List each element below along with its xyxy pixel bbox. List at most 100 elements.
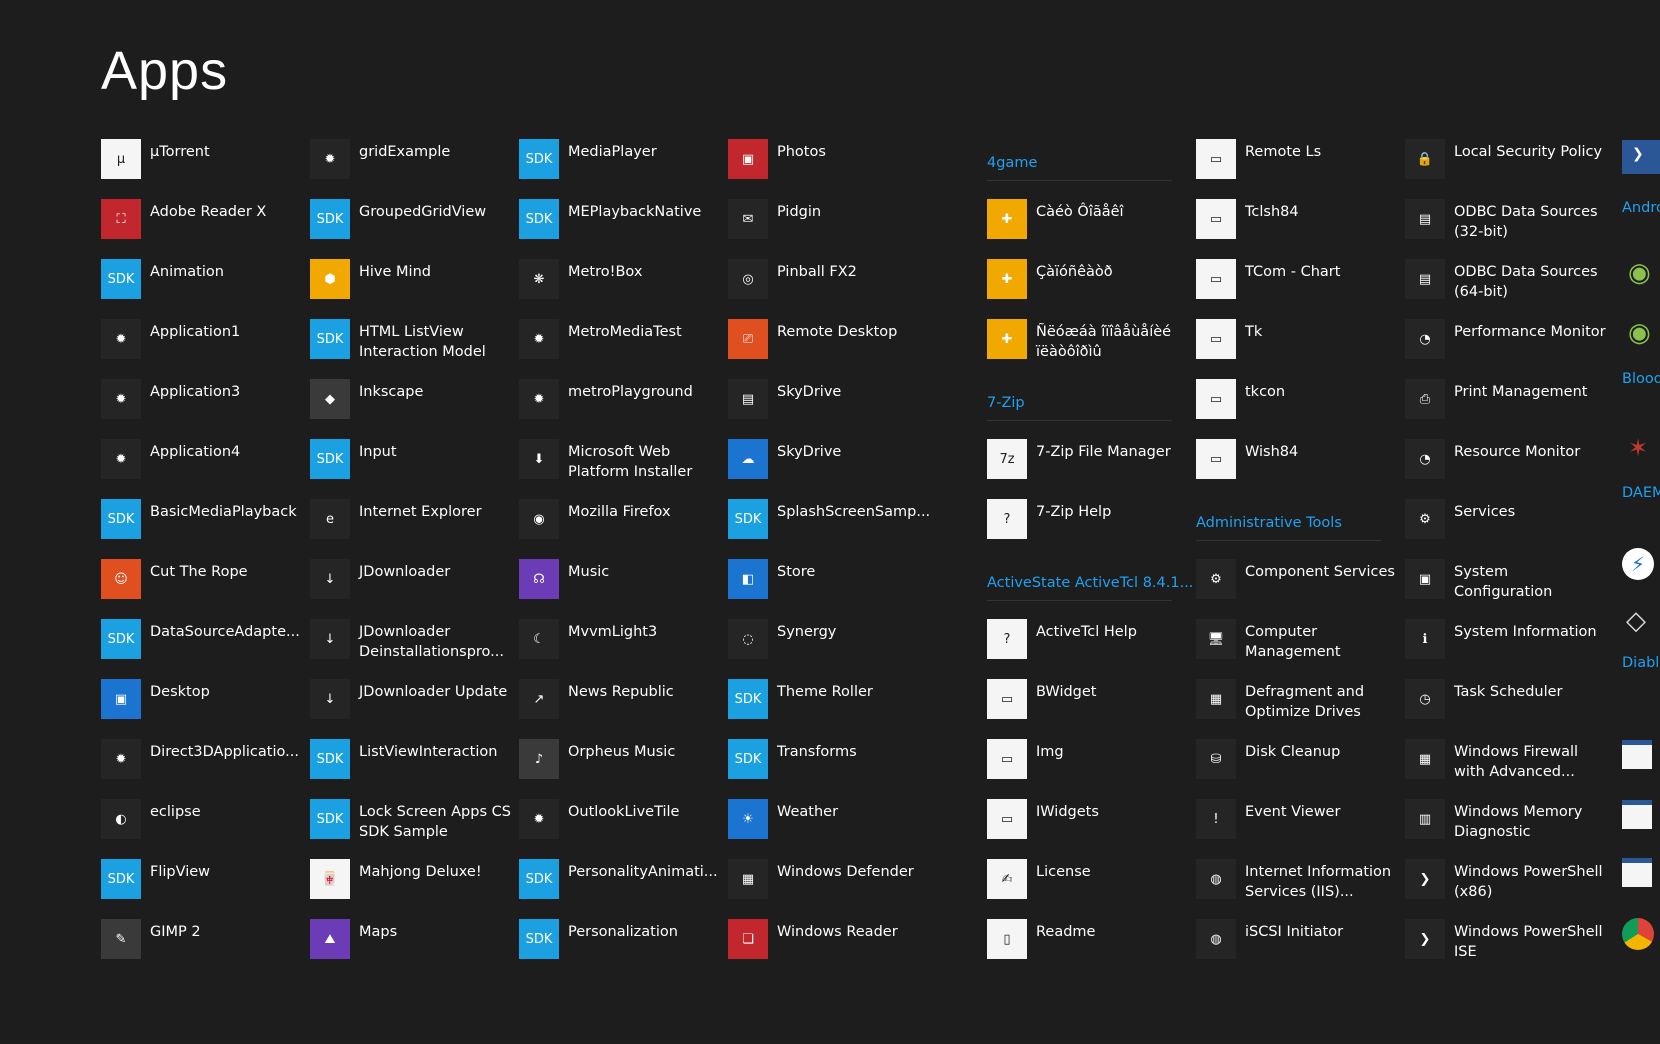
app-tile[interactable]: ☊ Music	[519, 556, 714, 616]
app-tile[interactable]: ▦ Defragment and Optimize Drives	[1196, 676, 1391, 736]
app-tile[interactable]: SDK ListViewInteraction	[310, 736, 505, 796]
edge-tile-chrome[interactable]	[1622, 918, 1660, 958]
app-tile[interactable]: SDK PersonalityAnimati...	[519, 856, 718, 916]
app-tile[interactable]: ▣ Desktop	[101, 676, 296, 736]
app-tile[interactable]: SDK FlipView	[101, 856, 296, 916]
app-tile[interactable]: SDK Animation	[101, 256, 296, 316]
app-tile[interactable]: ◌ Synergy	[728, 616, 923, 676]
app-tile[interactable]: ☺ Cut The Rope	[101, 556, 296, 616]
app-tile[interactable]: ▭ IWidgets	[987, 796, 1182, 856]
app-tile[interactable]: SDK DataSourceAdapte...	[101, 616, 300, 676]
app-tile[interactable]: SDK Transforms	[728, 736, 923, 796]
app-tile[interactable]: 🀄 Mahjong Deluxe!	[310, 856, 505, 916]
app-tile[interactable]: ▦ Windows Firewall with Advanced...	[1405, 736, 1600, 796]
app-tile[interactable]: SDK SplashScreenSamp...	[728, 496, 930, 556]
app-tile[interactable]: ✹ metroPlayground	[519, 376, 714, 436]
app-tile[interactable]: ◔ Resource Monitor	[1405, 436, 1600, 496]
edge-tile-app-1[interactable]	[1622, 740, 1660, 780]
app-tile[interactable]: SDK MEPlaybackNative	[519, 196, 714, 256]
app-tile[interactable]: ◧ Store	[728, 556, 923, 616]
app-tile[interactable]: ▣ System Configuration	[1405, 556, 1600, 616]
app-tile[interactable]: ✹ Application4	[101, 436, 296, 496]
app-tile[interactable]: ♪ Orpheus Music	[519, 736, 714, 796]
app-tile[interactable]: ▯ Readme	[987, 916, 1182, 976]
app-tile[interactable]: ✚ Ñëóæáà îïîâåùåíèé ïëàòôîðìû	[987, 316, 1182, 376]
app-tile[interactable]: ◐ eclipse	[101, 796, 296, 856]
app-tile[interactable]: ⬢ Hive Mind	[310, 256, 505, 316]
app-tile[interactable]: ⎙ Print Management	[1405, 376, 1600, 436]
app-tile[interactable]: ✉ Pidgin	[728, 196, 923, 256]
app-tile[interactable]: ℹ System Information	[1405, 616, 1600, 676]
app-tile[interactable]: ◔ Performance Monitor	[1405, 316, 1606, 376]
app-tile[interactable]: ⛰ Maps	[310, 916, 505, 976]
app-tile[interactable]: ⚙ Component Services	[1196, 556, 1395, 616]
app-tile[interactable]: ✚ Çàïóñêàòð	[987, 256, 1182, 316]
app-tile[interactable]: ◎ Pinball FX2	[728, 256, 923, 316]
edge-tile-app-2[interactable]	[1622, 800, 1660, 840]
app-tile[interactable]: ▭ TCom - Chart	[1196, 256, 1391, 316]
edge-tile-android-1[interactable]: ◉	[1622, 258, 1660, 298]
app-tile[interactable]: ✹ MetroMediaTest	[519, 316, 714, 376]
edge-tile-app-3[interactable]	[1622, 858, 1660, 898]
app-tile[interactable]: ☁ SkyDrive	[728, 436, 923, 496]
app-tile[interactable]: ▭ Remote Ls	[1196, 136, 1391, 196]
app-tile[interactable]: ◉ Mozilla Firefox	[519, 496, 714, 556]
group-header[interactable]: 7-Zip	[987, 376, 1182, 436]
app-tile[interactable]: ◍ iSCSI Initiator	[1196, 916, 1391, 976]
app-tile[interactable]: ✚ Càéò Ôîãåêî	[987, 196, 1182, 256]
edge-tile-android-2[interactable]: ◉	[1622, 318, 1660, 358]
app-tile[interactable]: ▤ ODBC Data Sources (32-bit)	[1405, 196, 1600, 256]
app-tile[interactable]: ⛁ Disk Cleanup	[1196, 736, 1391, 796]
group-header[interactable]: Administrative Tools	[1196, 496, 1391, 556]
app-tile[interactable]: ▤ ODBC Data Sources (64-bit)	[1405, 256, 1600, 316]
app-tile[interactable]: ⚙ Services	[1405, 496, 1600, 556]
app-tile[interactable]: ▣ Photos	[728, 136, 923, 196]
group-header[interactable]: ActiveState ActiveTcl 8.4.1...	[987, 556, 1193, 616]
app-tile[interactable]: ▭ Tclsh84	[1196, 196, 1391, 256]
app-tile[interactable]: ▥ Windows Memory Diagnostic	[1405, 796, 1600, 856]
app-tile[interactable]: ↗ News Republic	[519, 676, 714, 736]
app-tile[interactable]: ! Event Viewer	[1196, 796, 1391, 856]
app-tile[interactable]: 7z 7-Zip File Manager	[987, 436, 1182, 496]
app-tile[interactable]: SDK MediaPlayer	[519, 136, 714, 196]
app-tile[interactable]: SDK Theme Roller	[728, 676, 923, 736]
app-tile[interactable]: ↓ JDownloader Deinstallationspro...	[310, 616, 505, 676]
app-tile[interactable]: ◆ Inkscape	[310, 376, 505, 436]
app-tile[interactable]: ▦ Windows Defender	[728, 856, 923, 916]
app-tile[interactable]: ✹ OutlookLiveTile	[519, 796, 714, 856]
app-tile[interactable]: ▭ BWidget	[987, 676, 1182, 736]
app-tile[interactable]: ▭ Img	[987, 736, 1182, 796]
app-tile[interactable]: ↓ JDownloader Update	[310, 676, 507, 736]
app-tile[interactable]: ▭ tkcon	[1196, 376, 1391, 436]
app-tile[interactable]: ▭ Tk	[1196, 316, 1391, 376]
app-tile[interactable]: ✹ Application1	[101, 316, 296, 376]
app-tile[interactable]: ? 7-Zip Help	[987, 496, 1182, 556]
app-tile[interactable]: ▭ Wish84	[1196, 436, 1391, 496]
edge-tile-bug[interactable]: ✶	[1622, 434, 1660, 474]
app-tile[interactable]: ↓ JDownloader	[310, 556, 505, 616]
app-tile[interactable]: ❋ Metro!Box	[519, 256, 714, 316]
app-tile[interactable]: ❏ Windows Reader	[728, 916, 923, 976]
app-tile[interactable]: ⎚ Remote Desktop	[728, 316, 923, 376]
app-tile[interactable]: 🖥 Computer Management	[1196, 616, 1391, 676]
edge-tile-powershell[interactable]: ❯	[1622, 140, 1660, 174]
app-tile[interactable]: ☾ MvvmLight3	[519, 616, 714, 676]
app-tile[interactable]: ⛶ Adobe Reader X	[101, 196, 296, 256]
group-header[interactable]: 4game	[987, 136, 1182, 196]
app-tile[interactable]: SDK GroupedGridView	[310, 196, 505, 256]
app-tile[interactable]: ✹ Direct3DApplicatio...	[101, 736, 299, 796]
edge-tile-diamond[interactable]: ◇	[1622, 606, 1660, 646]
app-tile[interactable]: ❯ Windows PowerShell (x86)	[1405, 856, 1603, 916]
app-tile[interactable]: SDK BasicMediaPlayback	[101, 496, 297, 556]
app-tile[interactable]: e Internet Explorer	[310, 496, 505, 556]
app-tile[interactable]: ✍ License	[987, 856, 1182, 916]
app-tile[interactable]: ✹ gridExample	[310, 136, 505, 196]
app-tile[interactable]: SDK Personalization	[519, 916, 714, 976]
app-tile[interactable]: ◍ Internet Information Services (IIS)...	[1196, 856, 1391, 916]
app-tile[interactable]: SDK Lock Screen Apps CS SDK Sample	[310, 796, 511, 856]
app-tile[interactable]: ⬇ Microsoft Web Platform Installer	[519, 436, 714, 496]
app-tile[interactable]: ✹ Application3	[101, 376, 296, 436]
app-tile[interactable]: ✎ GIMP 2	[101, 916, 296, 976]
app-tile[interactable]: SDK HTML ListView Interaction Model	[310, 316, 505, 376]
edge-tile-lightning[interactable]: ⚡	[1622, 548, 1660, 588]
